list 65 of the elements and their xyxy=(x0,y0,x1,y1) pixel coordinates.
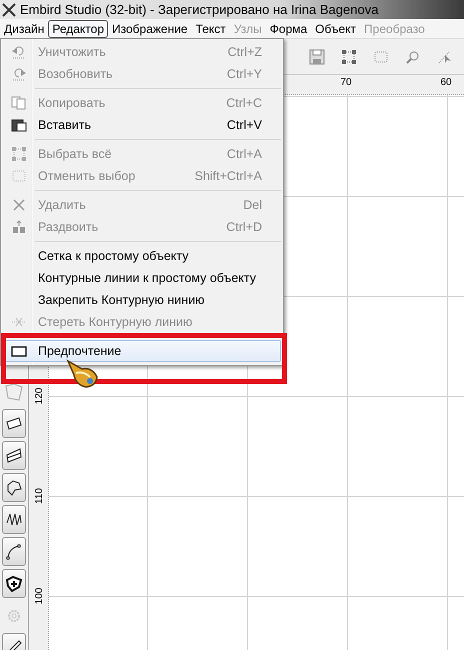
menu-bar-item[interactable]: Дизайн xyxy=(0,20,48,38)
shortcut-label: Ctrl+V xyxy=(226,118,263,132)
polygon-icon xyxy=(5,478,23,496)
delete-icon xyxy=(11,198,27,212)
menu-item-label: Выбрать всё xyxy=(37,147,113,161)
undo-icon xyxy=(11,45,27,59)
curve-icon xyxy=(5,542,23,560)
menu-bar-item[interactable]: Форма xyxy=(266,20,312,38)
tool-button[interactable] xyxy=(2,409,26,438)
tool-button[interactable] xyxy=(2,537,26,566)
shortcut-label: Ctrl+Y xyxy=(226,67,263,81)
ruler-label: 100 xyxy=(32,586,46,606)
menu-bar-item[interactable]: Редактор xyxy=(48,20,108,38)
menu-bar-item[interactable]: Изображение xyxy=(108,20,192,38)
tool-button[interactable] xyxy=(2,441,26,470)
menu-item[interactable]: Вставить Ctrl+V xyxy=(3,114,281,136)
shortcut-label: Del xyxy=(243,198,263,212)
shortcut-label: Shift+Ctrl+A xyxy=(194,169,263,183)
deselect-icon xyxy=(373,49,389,65)
deselect-icon xyxy=(11,169,27,183)
menu-item-label: Удалить xyxy=(37,198,87,212)
menu-bar-item[interactable]: Объект xyxy=(311,20,360,38)
menu-item-label: Вставить xyxy=(37,118,92,132)
menu-item-label: Отменить выбор xyxy=(37,169,136,183)
shortcut-label: Ctrl+Z xyxy=(228,45,263,59)
tool-button[interactable] xyxy=(2,473,26,502)
split-icon xyxy=(11,220,27,234)
menu-item-label: Возобновить xyxy=(37,67,114,81)
ruler-label: 60 xyxy=(439,77,453,88)
pointer-icon xyxy=(437,49,453,65)
menu-item-label: Контурные линии к простому объекту xyxy=(37,271,258,285)
shortcut-label: Ctrl+C xyxy=(226,96,263,110)
menu-item[interactable]: Закрепить Контурную нинию xyxy=(3,289,281,311)
hand-cursor-icon xyxy=(66,359,100,389)
menu-item-label: Закрепить Контурную нинию xyxy=(37,293,206,307)
menu-bar-item[interactable]: Текст xyxy=(192,20,230,38)
erase-line-icon xyxy=(11,315,27,329)
twisted-shape-icon xyxy=(5,446,23,464)
ruler-label: 110 xyxy=(32,487,46,506)
ruler-label: 70 xyxy=(339,77,353,88)
menu-item-label: Стереть Контурную линию xyxy=(37,315,194,329)
menu-item-label: Копировать xyxy=(37,96,106,110)
tool-button[interactable] xyxy=(2,505,26,534)
select-all-icon xyxy=(341,49,357,65)
menu-item-label: Предпочтение xyxy=(37,344,122,358)
ruler-label: 120 xyxy=(32,386,46,406)
tool-button[interactable] xyxy=(2,569,26,598)
select-all-icon xyxy=(11,147,27,161)
menu-item[interactable]: Сетка к простому объекту xyxy=(3,245,281,267)
paste-icon xyxy=(11,118,27,132)
menu-item[interactable]: Контурные линии к простому объекту xyxy=(3,267,281,289)
window-title: Embird Studio (32-bit) - Зарегистрировано на Irina Bagenova xyxy=(20,2,378,17)
menu-item-label: Уничтожить xyxy=(37,45,107,59)
save-icon xyxy=(309,49,325,65)
parallelogram-icon xyxy=(5,414,23,432)
copy-icon xyxy=(11,96,27,110)
shape-tool-icon xyxy=(5,382,23,400)
menu-item-label: Раздвоить xyxy=(37,220,100,234)
shortcut-label: Ctrl+A xyxy=(226,147,263,161)
rectangle-icon xyxy=(11,344,27,358)
menu-item-label: Сетка к простому объекту xyxy=(37,249,190,263)
menu-item[interactable]: Предпочтение xyxy=(3,340,281,362)
zoom-icon xyxy=(405,49,421,65)
redo-icon xyxy=(11,67,27,81)
shortcut-label: Ctrl+D xyxy=(226,220,263,234)
